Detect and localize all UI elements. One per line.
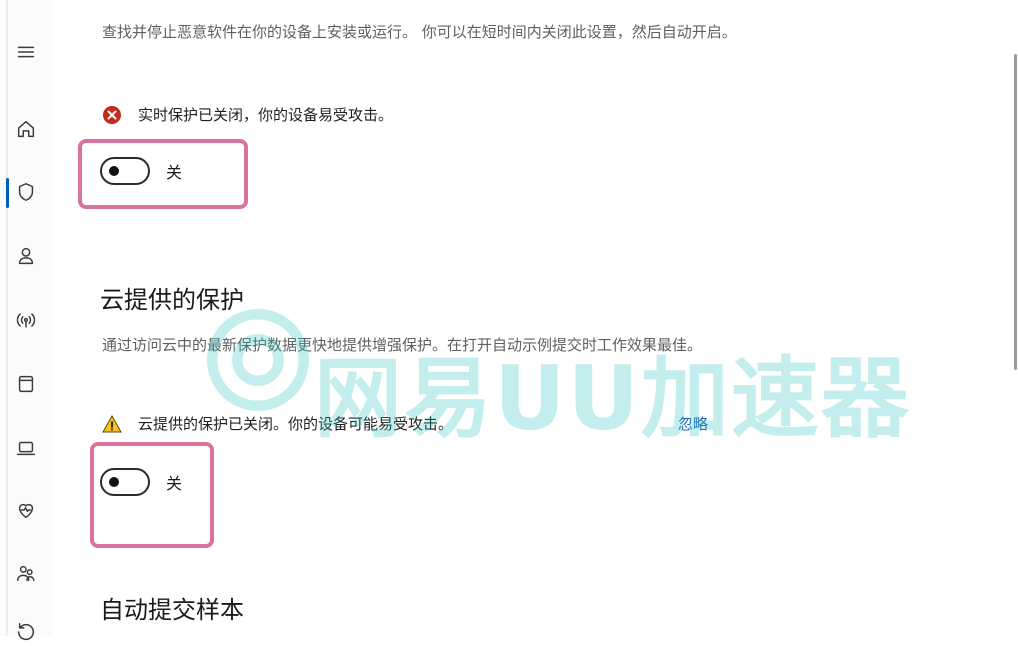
- home-icon[interactable]: [12, 115, 40, 143]
- app-window-icon[interactable]: [12, 370, 40, 398]
- realtime-toggle-label: 关: [166, 163, 183, 182]
- hamburger-menu-icon[interactable]: [12, 38, 40, 66]
- cloud-status: 云提供的保护已关闭。你的设备可能易受攻击。: [102, 413, 453, 434]
- toggle-knob: [109, 477, 119, 487]
- shield-icon[interactable]: [12, 178, 40, 206]
- wireless-icon[interactable]: [12, 306, 40, 334]
- toggle-knob: [109, 166, 119, 176]
- cloud-status-text: 云提供的保护已关闭。你的设备可能易受攻击。: [138, 415, 454, 433]
- active-indicator: [6, 178, 9, 208]
- heart-icon[interactable]: [12, 496, 40, 524]
- cloud-toggle-row: 关: [100, 468, 182, 496]
- realtime-protection-toggle[interactable]: [100, 157, 150, 185]
- family-icon[interactable]: [12, 560, 40, 588]
- dismiss-link[interactable]: 忽略: [678, 413, 708, 434]
- scrollbar[interactable]: [1014, 54, 1017, 370]
- history-icon[interactable]: [12, 618, 40, 646]
- warning-icon: [102, 414, 122, 432]
- cloud-description: 通过访问云中的最新保护数据更快地提供增强保护。在打开自动示例提交时工作效果最佳。: [102, 336, 703, 354]
- cloud-toggle-label: 关: [166, 474, 183, 493]
- realtime-status: 实时保护已关闭，你的设备易受攻击。: [102, 104, 393, 125]
- realtime-description: 查找并停止恶意软件在你的设备上安装或运行。 你可以在短时间内关闭此设置，然后自动…: [102, 23, 737, 41]
- rail-divider: [6, 0, 8, 636]
- error-icon: [103, 105, 121, 124]
- laptop-icon[interactable]: [12, 434, 40, 462]
- watermark-logo-icon: [207, 309, 309, 411]
- nav-rail: [0, 0, 52, 641]
- cloud-protection-heading: 云提供的保护: [100, 286, 244, 314]
- realtime-status-text: 实时保护已关闭，你的设备易受攻击。: [138, 106, 394, 124]
- sample-submission-heading: 自动提交样本: [100, 596, 244, 624]
- person-icon[interactable]: [12, 242, 40, 270]
- realtime-toggle-row: 关: [100, 157, 182, 185]
- cloud-protection-toggle[interactable]: [100, 468, 150, 496]
